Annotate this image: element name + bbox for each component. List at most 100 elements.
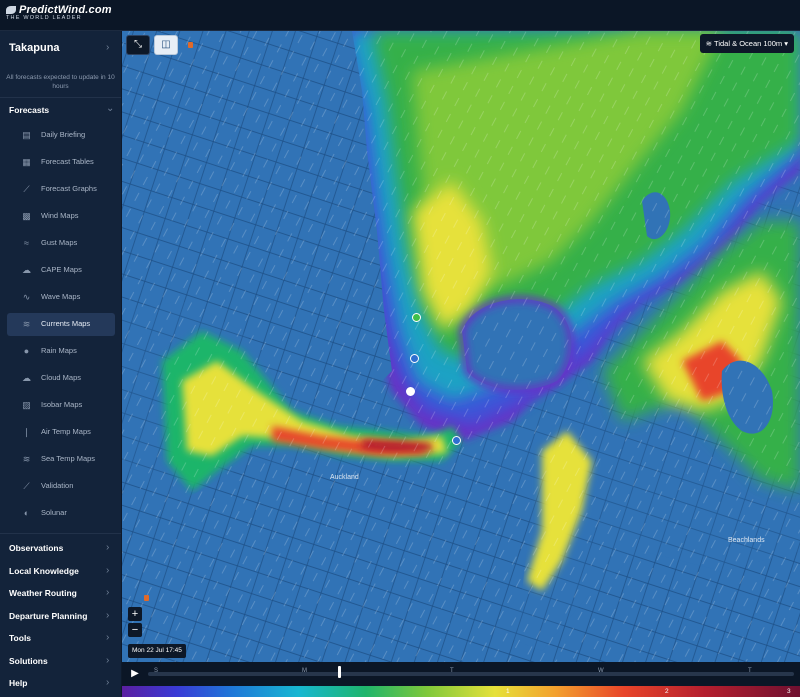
chevron-right-icon[interactable]: › bbox=[106, 542, 109, 553]
compare-split-icon[interactable]: ◫ bbox=[154, 35, 178, 55]
graph-icon: ⟋ bbox=[23, 184, 30, 194]
moon-icon: ◐ bbox=[23, 508, 30, 518]
chevron-down-icon[interactable]: ⌄ bbox=[106, 103, 114, 114]
location-selector[interactable]: Takapuna › bbox=[0, 31, 121, 65]
station-marker[interactable] bbox=[410, 354, 419, 363]
sidebar-item-solunar[interactable]: ◐ Solunar bbox=[7, 502, 115, 525]
top-bar: PredictWind.com THE WORLD LEADER bbox=[0, 0, 800, 31]
sidebar-item-daily-briefing[interactable]: ▤ Daily Briefing bbox=[7, 124, 115, 147]
fullscreen-toggle-icon[interactable]: ⤡ bbox=[126, 35, 150, 55]
sidebar-item-label: Isobar Maps bbox=[41, 400, 83, 409]
sidebar-item-label: Currents Maps bbox=[41, 319, 91, 328]
timeline-day-label: W bbox=[598, 668, 604, 674]
station-marker[interactable] bbox=[412, 313, 421, 322]
sidebar-item-wind-maps[interactable]: ▩ Wind Maps bbox=[7, 205, 115, 228]
cloud-icon: ☁ bbox=[22, 373, 31, 383]
chevron-right-icon[interactable]: › bbox=[106, 565, 109, 576]
thermometer-icon: ❘ bbox=[22, 427, 31, 437]
timeline-day-label: T bbox=[450, 668, 454, 674]
current-speed-scale: 1 2 3 bbox=[122, 686, 800, 697]
storm-cloud-icon: ☁ bbox=[22, 265, 31, 275]
sidebar-item-label: Forecast Graphs bbox=[41, 184, 97, 193]
divider bbox=[0, 533, 121, 534]
sidebar-item-label: Wind Maps bbox=[41, 211, 79, 220]
play-icon[interactable]: ▶ bbox=[128, 667, 142, 681]
timeline-day-label: T bbox=[748, 668, 752, 674]
timeline-bar[interactable]: ▶ S M T W T bbox=[122, 662, 800, 686]
sidebar-item-label: Air Temp Maps bbox=[41, 427, 91, 436]
place-label-beachlands: Beachlands bbox=[728, 537, 765, 544]
sidebar-item-rain-maps[interactable]: ● Rain Maps bbox=[7, 340, 115, 363]
location-name: Takapuna bbox=[9, 42, 60, 54]
sidebar-item-label: Forecast Tables bbox=[41, 157, 94, 166]
chevron-right-icon[interactable]: › bbox=[106, 587, 109, 598]
timeline-day-label: S bbox=[154, 668, 159, 674]
forecast-datetime: Mon 22 Jul 17:45 bbox=[128, 644, 186, 658]
scale-label: 3 bbox=[787, 688, 791, 695]
sidebar-item-validation[interactable]: ⟋ Validation bbox=[7, 475, 115, 498]
sidebar-item-isobar-maps[interactable]: ▨ Isobar Maps bbox=[7, 394, 115, 417]
sidebar: Takapuna › All forecasts expected to upd… bbox=[0, 31, 121, 697]
current-flow-layer[interactable] bbox=[122, 31, 800, 697]
book-icon: ▤ bbox=[22, 130, 31, 140]
sea-temp-icon: ≋ bbox=[22, 454, 31, 464]
timeline-day-label: M bbox=[302, 668, 307, 674]
chevron-right-icon[interactable]: › bbox=[106, 655, 109, 666]
warning-marker-icon[interactable] bbox=[188, 42, 193, 48]
sidebar-item-gust-maps[interactable]: ≈ Gust Maps bbox=[7, 232, 115, 255]
currents-icon: ≋ bbox=[22, 319, 31, 329]
chevron-right-icon[interactable]: › bbox=[106, 677, 109, 688]
sidebar-item-label: Daily Briefing bbox=[41, 130, 86, 139]
section-observations[interactable]: Observations bbox=[9, 543, 63, 553]
scale-label: 1 bbox=[506, 688, 510, 695]
sidebar-item-wave-maps[interactable]: ∿ Wave Maps bbox=[7, 286, 115, 309]
sidebar-item-cape-maps[interactable]: ☁ CAPE Maps bbox=[7, 259, 115, 282]
predictwind-logo[interactable]: PredictWind.com THE WORLD LEADER bbox=[6, 4, 112, 21]
section-weather-routing[interactable]: Weather Routing bbox=[9, 588, 77, 598]
sidebar-item-cloud-maps[interactable]: ☁ Cloud Maps bbox=[7, 367, 115, 390]
timeline-track[interactable] bbox=[148, 672, 794, 676]
sidebar-item-label: Wave Maps bbox=[41, 292, 81, 301]
section-departure-planning[interactable]: Departure Planning bbox=[9, 611, 87, 621]
section-tools[interactable]: Tools bbox=[9, 633, 31, 643]
sidebar-item-label: Sea Temp Maps bbox=[41, 454, 96, 463]
section-help[interactable]: Help bbox=[9, 678, 27, 688]
rain-drop-icon: ● bbox=[23, 346, 30, 356]
station-marker[interactable] bbox=[406, 387, 415, 396]
currents-map[interactable]: ⤡ ◫ ≋ Tidal & Ocean 100m ▾ Auckland Beac… bbox=[122, 31, 800, 697]
zoom-in-button[interactable]: + bbox=[128, 607, 142, 621]
sidebar-item-label: CAPE Maps bbox=[41, 265, 82, 274]
scale-label: 2 bbox=[665, 688, 669, 695]
table-icon: ▦ bbox=[22, 157, 31, 167]
divider bbox=[0, 97, 121, 98]
gust-icon: ≈ bbox=[24, 238, 29, 248]
logo-swoosh-icon bbox=[6, 6, 16, 15]
sidebar-item-label: Cloud Maps bbox=[41, 373, 82, 382]
chevron-right-icon[interactable]: › bbox=[106, 610, 109, 621]
sidebar-item-forecast-tables[interactable]: ▦ Forecast Tables bbox=[7, 151, 115, 174]
place-label-auckland: Auckland bbox=[330, 474, 359, 481]
sidebar-item-label: Rain Maps bbox=[41, 346, 77, 355]
zoom-out-button[interactable]: − bbox=[128, 623, 142, 637]
sidebar-item-sea-temp-maps[interactable]: ≋ Sea Temp Maps bbox=[7, 448, 115, 471]
sidebar-item-forecast-graphs[interactable]: ⟋ Forecast Graphs bbox=[7, 178, 115, 201]
chevron-right-icon: › bbox=[106, 42, 110, 53]
sidebar-item-air-temp-maps[interactable]: ❘ Air Temp Maps bbox=[7, 421, 115, 444]
warning-marker-icon[interactable] bbox=[144, 595, 149, 601]
timeline-cursor[interactable] bbox=[338, 666, 341, 678]
sidebar-item-currents-maps[interactable]: ≋ Currents Maps bbox=[7, 313, 115, 336]
layer-selector-label: Tidal & Ocean 100m bbox=[714, 39, 783, 48]
sidebar-item-label: Validation bbox=[41, 481, 74, 490]
chevron-right-icon[interactable]: › bbox=[106, 632, 109, 643]
sidebar-item-label: Solunar bbox=[41, 508, 67, 517]
layer-selector[interactable]: ≋ Tidal & Ocean 100m ▾ bbox=[699, 34, 794, 53]
update-notice: All forecasts expected to update in 10 h… bbox=[6, 74, 115, 90]
station-marker[interactable] bbox=[452, 436, 461, 445]
forecasts-header[interactable]: Forecasts bbox=[9, 105, 49, 115]
sidebar-item-label: Gust Maps bbox=[41, 238, 78, 247]
section-solutions[interactable]: Solutions bbox=[9, 656, 48, 666]
wave-icon: ∿ bbox=[22, 292, 31, 302]
validation-icon: ⟋ bbox=[23, 481, 30, 491]
section-local-knowledge[interactable]: Local Knowledge bbox=[9, 566, 79, 576]
currents-layer-icon: ≋ bbox=[705, 39, 713, 48]
